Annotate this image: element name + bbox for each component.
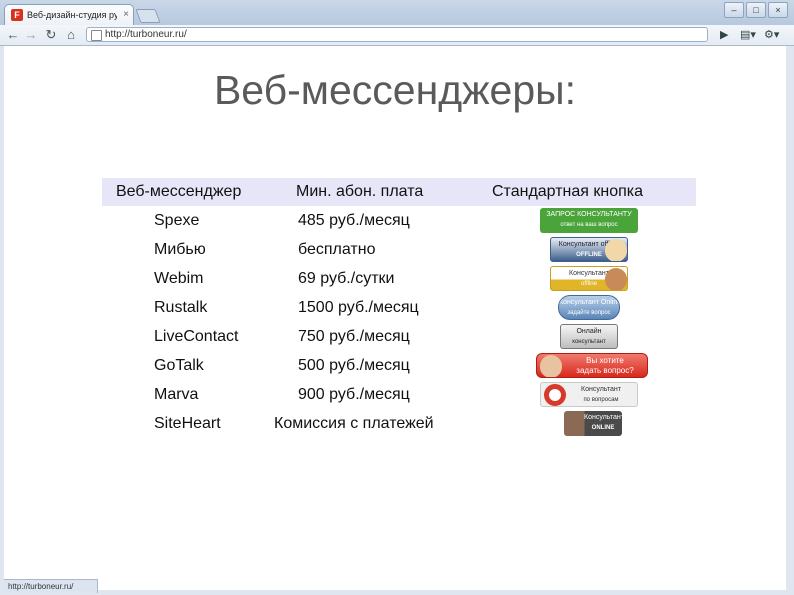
maximize-button[interactable]: □ — [746, 2, 766, 18]
gotalk-chat-button[interactable]: Вы хотите задать вопрос? — [536, 353, 648, 378]
forward-button[interactable]: → — [22, 27, 40, 43]
badge-line2: консультант — [572, 339, 606, 345]
table-row: Webim 69 руб./сутки Консультант offline — [102, 264, 696, 293]
messenger-price: 750 руб./месяц — [298, 328, 410, 345]
operator-avatar — [605, 239, 627, 261]
browser-toolbar: ← → ↻ ⌂ http://turboneur.ru/ ▶ ▤▾ ⚙▾ — [0, 25, 794, 46]
table-row: LiveContact 750 руб./месяц Онлайн консул… — [102, 322, 696, 351]
window-controls: – □ × — [724, 2, 788, 18]
header-messenger: Веб-мессенджер — [116, 183, 242, 200]
close-window-button[interactable]: × — [768, 2, 788, 18]
messenger-name: Webim — [154, 270, 204, 287]
reload-button[interactable]: ↻ — [42, 27, 60, 43]
mibew-chat-button[interactable]: Консультант offline OFFLINE — [550, 237, 628, 262]
page-menu-button[interactable]: ▤▾ — [740, 28, 756, 42]
badge-line2: по вопросам — [583, 397, 619, 403]
browser-tab[interactable]: F Веб-дизайн-студия ручной работы × — [4, 4, 134, 25]
tab-close-icon[interactable]: × — [123, 8, 129, 22]
address-url[interactable]: http://turboneur.ru/ — [105, 28, 187, 41]
siteheart-chat-button[interactable]: Консультант ONLINE — [564, 411, 622, 436]
header-button: Стандартная кнопка — [492, 183, 644, 200]
webim-chat-button[interactable]: Консультант offline — [550, 266, 628, 291]
table-row: Rustalk 1500 руб./месяц Консультант Onli… — [102, 293, 696, 322]
tab-title: Веб-дизайн-студия ручной работы — [27, 10, 117, 20]
lifebuoy-icon — [544, 384, 566, 406]
spexe-chat-button[interactable]: ЗАПРОС КОНСУЛЬТАНТУ ответ на ваш вопрос — [540, 208, 638, 233]
table-row: Мибью бесплатно Консультант offline OFFL… — [102, 235, 696, 264]
badge-line2: задайте вопрос — [567, 310, 611, 316]
badge-line2: ONLINE — [591, 425, 615, 431]
messenger-price: 1500 руб./месяц — [298, 299, 419, 316]
rustalk-chat-button[interactable]: Консультант Online задайте вопрос — [558, 295, 620, 320]
slide-title: Веб-мессенджеры: — [213, 67, 577, 113]
badge-line1: Вы хотите — [586, 356, 624, 365]
marva-chat-button[interactable]: Консультант по вопросам — [540, 382, 638, 407]
tools-menu-button[interactable]: ⚙▾ — [764, 28, 779, 42]
status-bar: http://turboneur.ru/ — [4, 579, 98, 593]
operator-avatar — [540, 355, 562, 377]
messenger-name: GoTalk — [154, 357, 204, 374]
badge-line1: Онлайн — [576, 328, 602, 335]
badge-line1: Консультант Online — [559, 299, 620, 306]
badge-line1: Консультант — [581, 386, 621, 393]
messenger-name: Мибью — [154, 241, 206, 258]
livecontact-chat-button[interactable]: Онлайн консультант — [560, 324, 618, 349]
go-button[interactable]: ▶ — [720, 28, 728, 42]
table-row: Marva 900 руб./месяц Консультант по вопр… — [102, 380, 696, 409]
back-button[interactable]: ← — [4, 27, 22, 43]
messenger-price: бесплатно — [298, 241, 376, 258]
title-bar: F Веб-дизайн-студия ручной работы × – □ … — [0, 0, 794, 25]
new-tab-button[interactable] — [135, 9, 161, 23]
badge-line1: ЗАПРОС КОНСУЛЬТАНТУ — [546, 211, 632, 218]
messenger-price: 69 руб./сутки — [298, 270, 395, 287]
messenger-name: Spexe — [154, 212, 200, 229]
badge-line1: Консультант — [584, 414, 622, 421]
messenger-name: Rustalk — [154, 299, 208, 316]
address-bar[interactable]: http://turboneur.ru/ — [86, 27, 708, 42]
messenger-price: 900 руб./месяц — [298, 386, 410, 403]
messenger-name: Marva — [154, 386, 199, 403]
home-button[interactable]: ⌂ — [62, 27, 80, 43]
table-row: Spexe 485 руб./месяц ЗАПРОС КОНСУЛЬТАНТУ… — [102, 206, 696, 235]
header-price: Мин. абон. плата — [296, 183, 424, 200]
messenger-price: Комиссия с платежей — [274, 415, 434, 432]
messenger-name: SiteHeart — [154, 415, 221, 432]
messenger-price: 500 руб./месяц — [298, 357, 410, 374]
operator-avatar — [605, 268, 627, 290]
table-row: GoTalk 500 руб./месяц Вы хотите задать в… — [102, 351, 696, 380]
page-content: Веб-мессенджеры: Веб-мессенджер Мин. або… — [4, 46, 786, 590]
messenger-name: LiveContact — [154, 328, 239, 345]
minimize-button[interactable]: – — [724, 2, 744, 18]
badge-line2: задать вопрос? — [576, 366, 634, 375]
page-icon — [91, 30, 102, 41]
favicon-icon: F — [11, 9, 23, 21]
table-header: Веб-мессенджер Мин. абон. плата Стандарт… — [102, 178, 696, 206]
badge-line2: ответ на ваш вопрос — [560, 222, 618, 228]
table-row: SiteHeart Комиссия с платежей Консультан… — [102, 409, 696, 438]
messenger-price: 485 руб./месяц — [298, 212, 410, 229]
